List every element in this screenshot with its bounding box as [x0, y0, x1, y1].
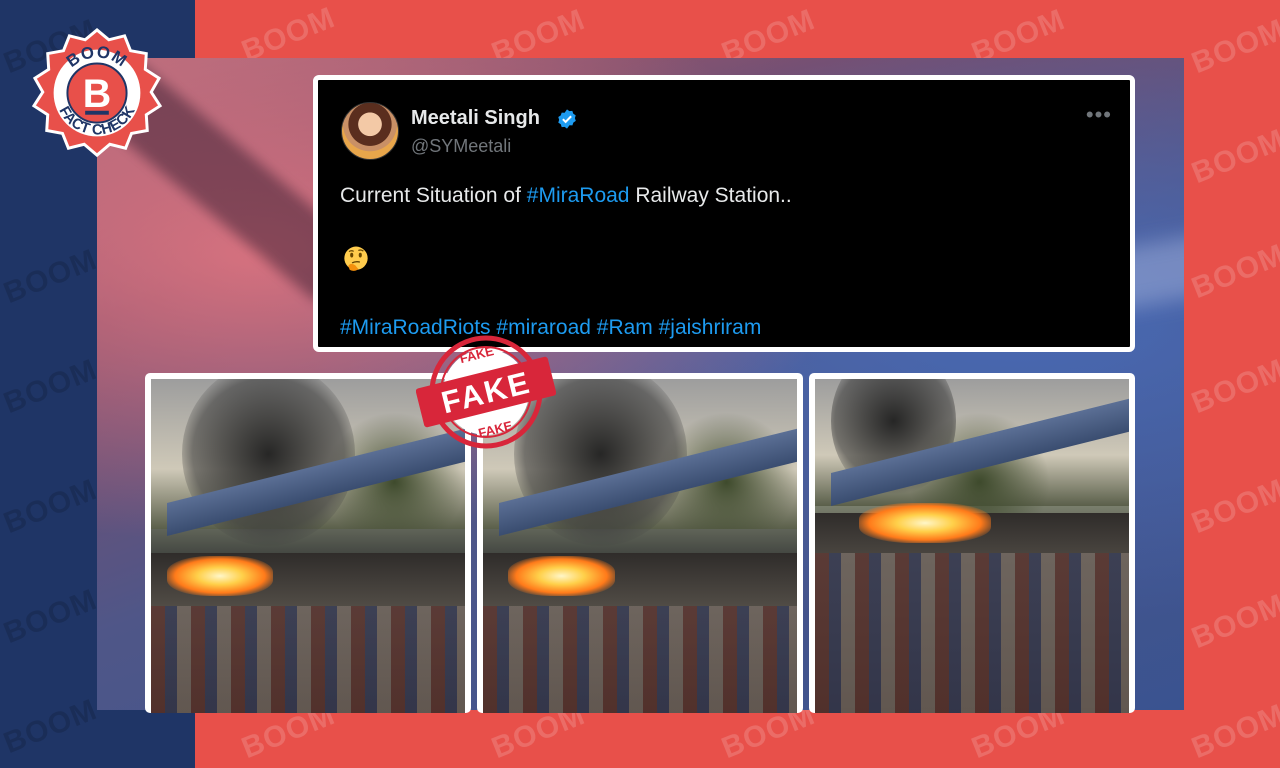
tweet-text-prefix: Current Situation of — [340, 184, 527, 207]
more-options-icon[interactable]: ••• — [1086, 102, 1112, 128]
thinking-face-icon — [344, 246, 368, 271]
avatar[interactable] — [341, 102, 399, 160]
fire-photo — [815, 379, 1129, 713]
boom-fact-check-logo: B BOOM FACT CHECK — [31, 28, 163, 158]
logo-letter: B — [83, 72, 111, 116]
tweet-card: Meetali Singh @SYMeetali ••• Current Sit… — [313, 75, 1135, 352]
author-handle[interactable]: @SYMeetali — [411, 136, 511, 157]
tweet-text: Current Situation of #MiraRoad Railway S… — [340, 184, 792, 208]
author-name[interactable]: Meetali Singh — [411, 107, 540, 130]
verified-badge-icon — [558, 109, 576, 129]
fake-stamp: FAKE FAKE FAKE — [416, 335, 556, 449]
video-frame — [809, 373, 1135, 713]
tweet-text-suffix: Railway Station.. — [629, 184, 792, 207]
hashtag-link[interactable]: #MiraRoad — [527, 184, 630, 207]
